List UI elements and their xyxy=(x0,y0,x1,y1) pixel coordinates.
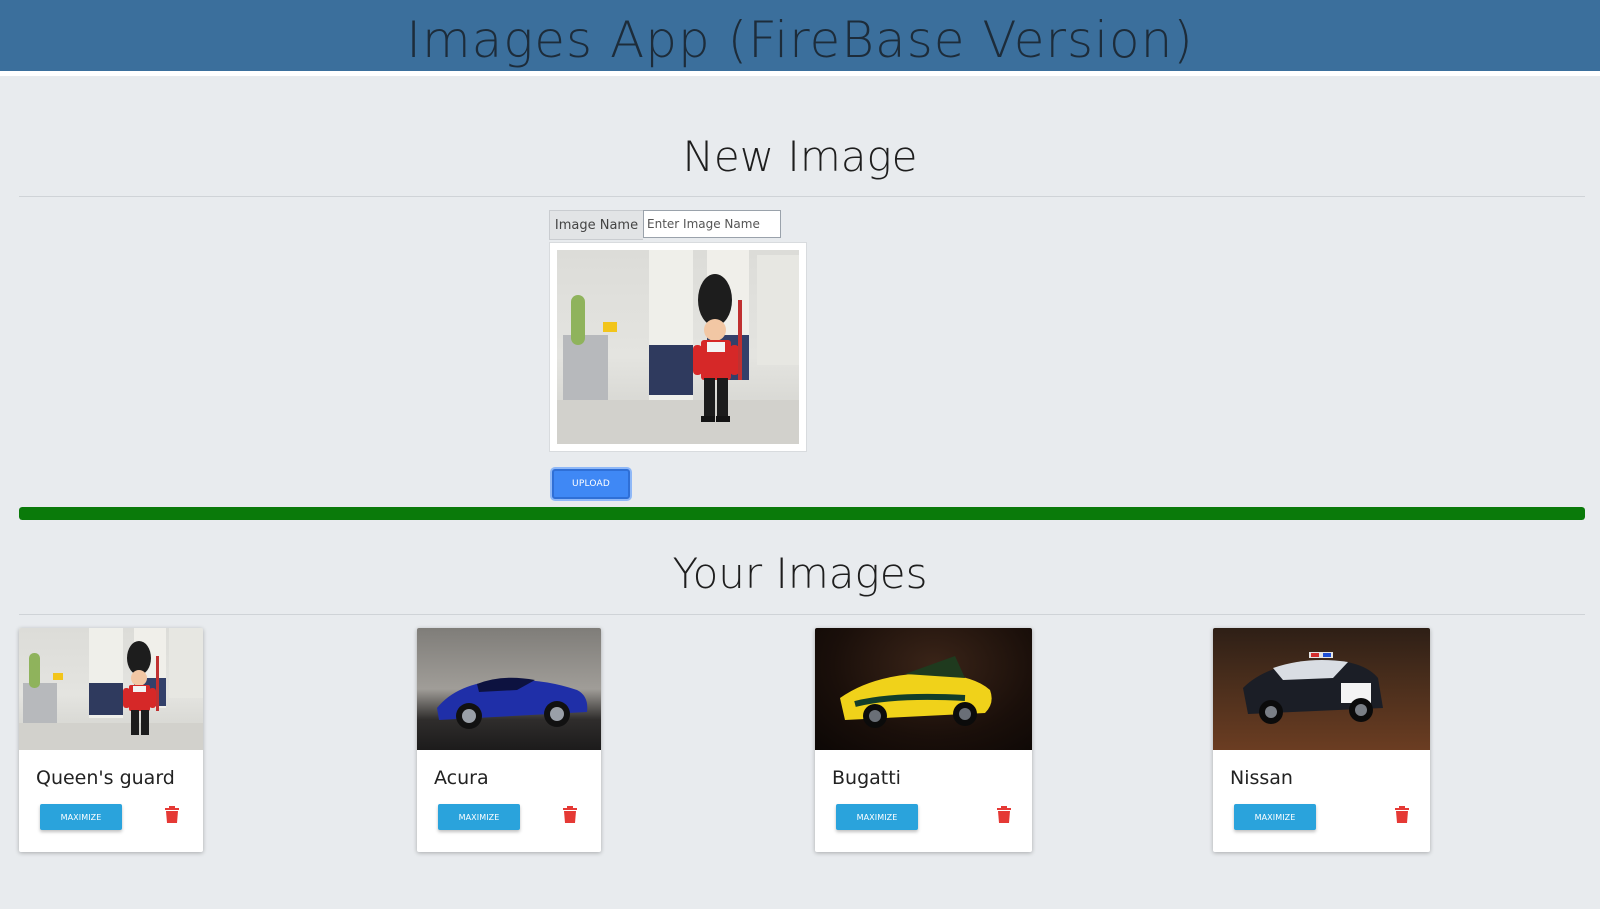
trash-icon[interactable] xyxy=(562,806,578,824)
new-image-divider xyxy=(19,196,1585,197)
image-preview xyxy=(549,242,807,452)
maximize-button[interactable]: MAXIMIZE xyxy=(438,804,520,830)
nissan-thumbnail xyxy=(1243,652,1383,724)
queens-guard-photo xyxy=(557,250,799,444)
card-title: Queen's guard xyxy=(36,767,175,789)
your-images-divider xyxy=(19,614,1585,615)
trash-icon[interactable] xyxy=(996,806,1012,824)
maximize-button[interactable]: MAXIMIZE xyxy=(40,804,122,830)
upload-progress-bar xyxy=(19,507,1585,520)
upload-button[interactable]: UPLOAD xyxy=(552,469,630,499)
image-card-acura: Acura MAXIMIZE xyxy=(417,628,601,852)
card-photo xyxy=(1213,628,1430,750)
trash-icon[interactable] xyxy=(164,806,180,824)
app-header: Images App (FireBase Version) xyxy=(0,0,1600,76)
queens-guard-thumbnail xyxy=(19,628,203,750)
image-name-label: Image Name xyxy=(549,210,643,240)
trash-icon[interactable] xyxy=(1394,806,1410,824)
maximize-button[interactable]: MAXIMIZE xyxy=(1234,804,1316,830)
card-title: Nissan xyxy=(1230,767,1293,789)
acura-thumbnail xyxy=(437,677,588,729)
card-title: Acura xyxy=(434,767,489,789)
image-card-bugatti: Bugatti MAXIMIZE xyxy=(815,628,1032,852)
card-photo xyxy=(815,628,1032,750)
image-card-nissan: Nissan MAXIMIZE xyxy=(1213,628,1430,852)
image-card-queens-guard: Queen's guard MAXIMIZE xyxy=(19,628,203,852)
your-images-heading: Your Images xyxy=(672,549,928,598)
upload-progress-fill xyxy=(19,507,1585,520)
app-title: Images App (FireBase Version) xyxy=(406,10,1194,69)
image-name-input[interactable] xyxy=(643,210,781,238)
new-image-heading: New Image xyxy=(682,132,918,181)
card-title: Bugatti xyxy=(832,767,901,789)
card-photo xyxy=(19,628,203,750)
bugatti-thumbnail xyxy=(840,656,992,728)
maximize-button[interactable]: MAXIMIZE xyxy=(836,804,918,830)
preview-photo xyxy=(557,250,799,444)
image-name-group: Image Name xyxy=(549,210,781,240)
card-photo xyxy=(417,628,601,750)
